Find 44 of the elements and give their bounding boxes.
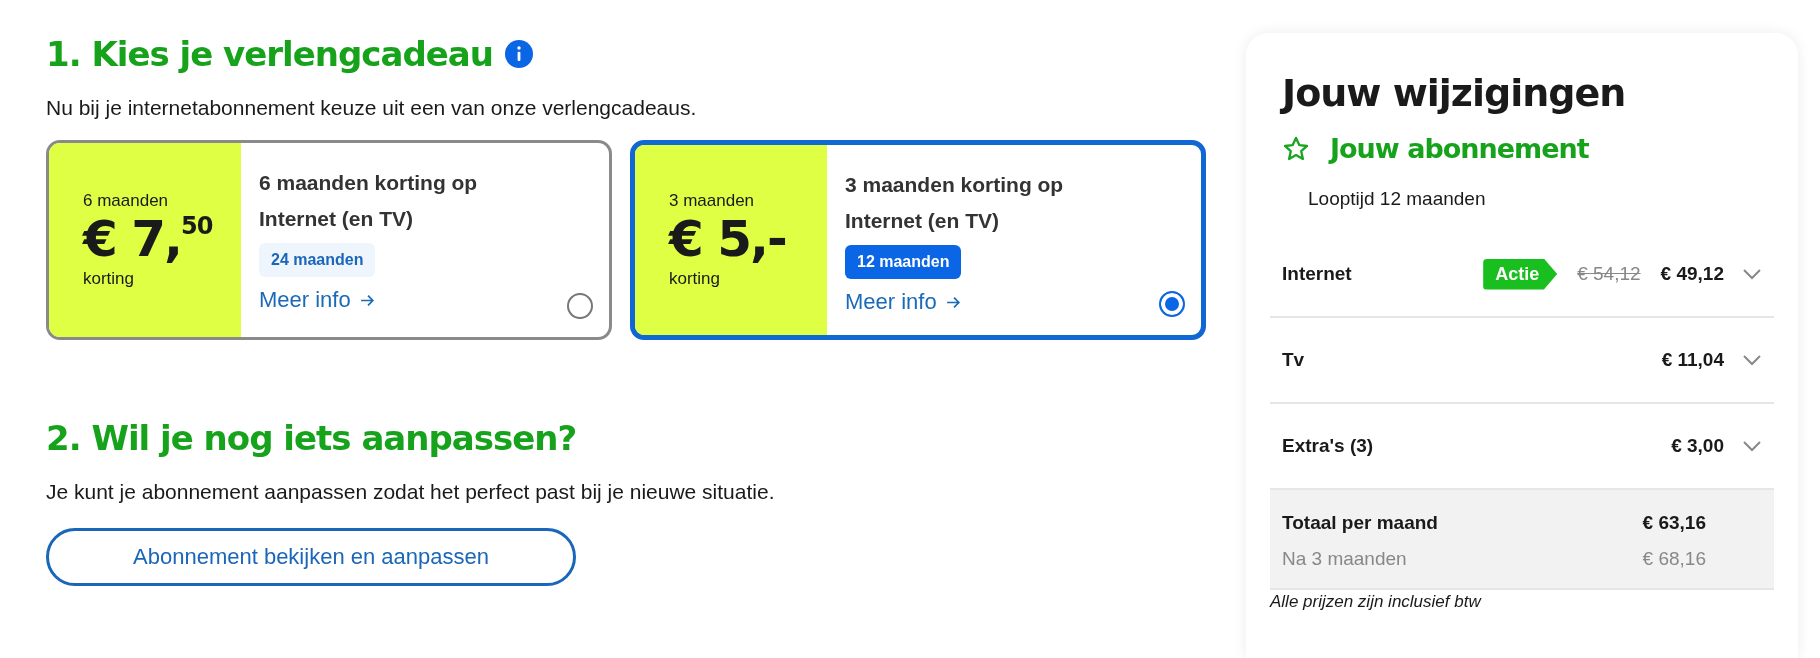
adjust-subscription-button[interactable]: Abonnement bekijken en aanpassen [46,528,576,586]
row-price: € 3,00 [1671,435,1724,457]
summary-subtitle: Jouw abonnement [1330,133,1589,164]
radio-button[interactable] [567,293,593,319]
chevron-down-icon[interactable] [1742,354,1762,366]
row-price: € 11,04 [1661,349,1724,371]
term-tag: 24 maanden [259,243,376,277]
option-title: 3 maanden korting op Internet (en TV) [845,172,1065,234]
term-tag: 12 maanden [845,245,962,279]
info-icon[interactable] [505,40,533,68]
star-icon [1282,134,1310,163]
term-text: Looptijd 12 maanden [1308,188,1487,210]
more-info-link[interactable]: Meer info [845,289,962,315]
gift-option-card[interactable]: 3 maanden € 5,- korting 3 maanden korting op Internet (en TV) 12 maanden Meer info [630,140,1206,340]
section-heading: 2. Wil je nog iets aanpassen? [46,418,578,458]
later-price: € 68,16 [1642,548,1706,570]
promo-tag: Actie [1483,258,1558,290]
more-info-link[interactable]: Meer info [259,287,376,313]
footnote: Alle prijzen zijn inclusief btw [1270,592,1483,612]
row-price: € 49,12 [1660,263,1724,285]
option-title: 6 maanden korting op Internet (en TV) [259,170,479,232]
total-price: € 63,16 [1642,512,1706,534]
discount-duration: 6 maanden [83,191,170,212]
discount-note: korting [83,268,136,289]
row-label: Tv [1282,349,1305,371]
old-price: € 54,12 [1577,263,1641,285]
row-label: Extra's (3) [1282,435,1374,457]
discount-price: € 7,$^{50}$ [83,211,214,269]
price-row[interactable]: Internet Actie € 54,12 € 49,12 [1270,232,1774,318]
row-label: Internet [1282,263,1352,285]
price-row[interactable]: Tv € 11,04 [1270,318,1774,404]
intro-text: Nu bij je internetabonnement keuze uit een van onze verlengcadeaus. [46,96,698,120]
section-heading: 1. Kies je verlengcadeau [46,34,493,74]
discount-note: korting [669,268,722,289]
chevron-down-icon[interactable] [1742,440,1762,452]
total-label: Totaal per maand [1282,512,1438,534]
discount-duration: 3 maanden [669,191,756,212]
chevron-down-icon[interactable] [1742,268,1762,280]
radio-button[interactable] [1159,291,1185,317]
gift-option-card[interactable]: 6 maanden € 7,$^{50}$ korting 6 maanden korting op Internet (en TV) 24 maanden Meer info [46,140,612,340]
later-label: Na 3 maanden [1282,548,1407,570]
summary-title: Jouw wijzigingen [1282,71,1627,115]
discount-price: € 5,- [669,211,787,269]
body-text: Je kunt je abonnement aanpassen zodat het perfect past bij je nieuwe situatie. [46,480,776,504]
